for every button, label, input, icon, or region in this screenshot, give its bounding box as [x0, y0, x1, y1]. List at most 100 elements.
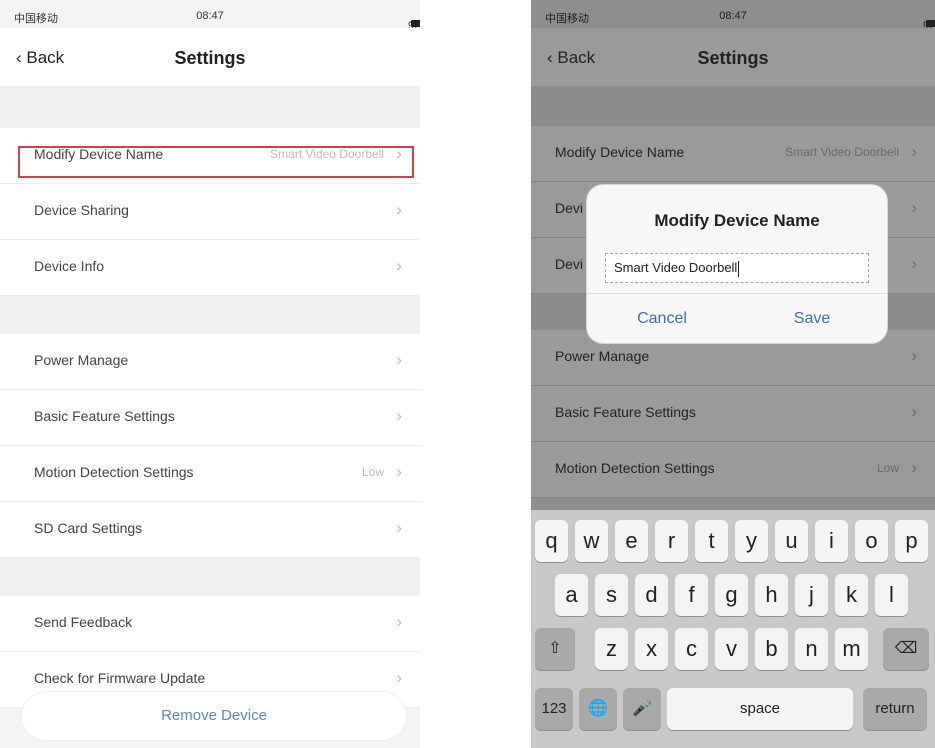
delete-key[interactable]: ⌫ — [883, 628, 929, 670]
settings-row-modify-device-name[interactable]: Modify Device Name Smart Video Doorbell … — [531, 126, 935, 182]
on-screen-keyboard: q w e r t y u i o p a s d f g h j k l ⇧ … — [531, 510, 935, 748]
remove-device-button[interactable]: Remove Device — [22, 692, 406, 740]
status-bar: 中国移动 08:47 92% — [531, 0, 935, 32]
chevron-right-icon: › — [396, 406, 402, 425]
nav-bar: ‹ Back Settings — [531, 28, 935, 86]
key-c[interactable]: c — [675, 628, 708, 670]
key-b[interactable]: b — [755, 628, 788, 670]
settings-row-basic-feature-settings[interactable]: Basic Feature Settings › — [0, 390, 420, 446]
save-button[interactable]: Save — [737, 310, 887, 328]
page-title: Settings — [174, 48, 246, 68]
key-z[interactable]: z — [595, 628, 628, 670]
key-a[interactable]: a — [555, 574, 588, 616]
right-phone-screen: 中国移动 08:47 92% ‹ Back Settings Modify De… — [531, 0, 935, 748]
key-g[interactable]: g — [715, 574, 748, 616]
row-label: SD Card Settings — [34, 520, 143, 536]
microphone-key[interactable]: 🎤 — [623, 688, 661, 730]
highlight-box — [18, 146, 414, 178]
clock: 08:47 — [719, 10, 747, 22]
settings-row-device-sharing[interactable]: Device Sharing › — [0, 184, 420, 240]
key-o[interactable]: o — [855, 520, 888, 562]
key-k[interactable]: k — [835, 574, 868, 616]
row-label: Send Feedback — [34, 614, 133, 630]
chevron-right-icon: › — [396, 612, 402, 631]
return-key[interactable]: return — [863, 688, 927, 730]
delete-icon: ⌫ — [894, 640, 918, 657]
settings-row-device-info[interactable]: Device Info › — [0, 240, 420, 296]
space-key[interactable]: space — [667, 688, 853, 730]
section-gap — [0, 558, 420, 596]
settings-row-basic-feature-settings[interactable]: Basic Feature Settings › — [531, 386, 935, 442]
key-n[interactable]: n — [795, 628, 828, 670]
row-value: Low — [361, 465, 384, 479]
settings-row-power-manage[interactable]: Power Manage › — [0, 334, 420, 390]
settings-row-send-feedback[interactable]: Send Feedback › — [0, 596, 420, 652]
chevron-right-icon: › — [396, 350, 402, 369]
row-label: Check for Firmware Update — [34, 670, 206, 686]
status-bar: 中国移动 08:47 92% — [0, 0, 420, 32]
chevron-right-icon: › — [396, 668, 402, 687]
row-label: Motion Detection Settings — [555, 460, 715, 476]
row-label: Basic Feature Settings — [34, 408, 175, 424]
numbers-key[interactable]: 123 — [535, 688, 573, 730]
chevron-right-icon: › — [911, 142, 917, 161]
row-value: Low — [876, 461, 899, 475]
row-label: Devi — [555, 256, 584, 272]
device-name-input[interactable]: Smart Video Doorbell — [605, 253, 869, 283]
settings-row-motion-detection[interactable]: Motion Detection Settings Low › — [0, 446, 420, 502]
row-value: Smart Video Doorbell — [785, 145, 899, 159]
shift-icon: ⇧ — [548, 640, 562, 657]
left-phone-screen: 中国移动 08:47 92% ‹ Back Settings Modify De… — [0, 0, 420, 748]
key-t[interactable]: t — [695, 520, 728, 562]
section-gap — [0, 86, 420, 128]
settings-row-sd-card[interactable]: SD Card Settings › — [0, 502, 420, 558]
nav-bar: ‹ Back Settings — [0, 28, 420, 86]
row-label: Modify Device Name — [555, 144, 685, 160]
chevron-right-icon: › — [911, 458, 917, 477]
key-h[interactable]: h — [755, 574, 788, 616]
key-y[interactable]: y — [735, 520, 768, 562]
key-d[interactable]: d — [635, 574, 668, 616]
page-title: Settings — [697, 48, 769, 68]
key-f[interactable]: f — [675, 574, 708, 616]
globe-key[interactable]: 🌐 — [579, 688, 617, 730]
row-label: Devi — [555, 200, 584, 216]
row-label: Motion Detection Settings — [34, 464, 194, 480]
key-e[interactable]: e — [615, 520, 648, 562]
row-label: Device Info — [34, 258, 105, 274]
key-j[interactable]: j — [795, 574, 828, 616]
cancel-button[interactable]: Cancel — [587, 310, 737, 328]
shift-key[interactable]: ⇧ — [535, 628, 575, 670]
key-x[interactable]: x — [635, 628, 668, 670]
chevron-right-icon: › — [396, 256, 402, 275]
key-u[interactable]: u — [775, 520, 808, 562]
battery-icon — [411, 20, 420, 27]
globe-icon: 🌐 — [588, 700, 608, 717]
key-p[interactable]: p — [895, 520, 928, 562]
row-label: Device Sharing — [34, 202, 129, 218]
device-name-value: Smart Video Doorbell — [614, 260, 738, 275]
row-label: Basic Feature Settings — [555, 404, 696, 420]
chevron-right-icon: › — [396, 200, 402, 219]
key-s[interactable]: s — [595, 574, 628, 616]
clock: 08:47 — [196, 10, 224, 22]
key-l[interactable]: l — [875, 574, 908, 616]
key-v[interactable]: v — [715, 628, 748, 670]
key-q[interactable]: q — [535, 520, 568, 562]
chevron-right-icon: › — [396, 462, 402, 481]
row-label: Power Manage — [34, 352, 129, 368]
settings-row-motion-detection[interactable]: Motion Detection Settings Low › — [531, 442, 935, 498]
key-w[interactable]: w — [575, 520, 608, 562]
key-r[interactable]: r — [655, 520, 688, 562]
key-i[interactable]: i — [815, 520, 848, 562]
row-label: Power Manage — [555, 348, 650, 364]
battery-icon — [926, 20, 935, 27]
modify-device-name-dialog: Modify Device Name Smart Video Doorbell … — [587, 185, 887, 343]
section-gap — [0, 296, 420, 334]
dialog-title: Modify Device Name — [654, 211, 820, 230]
key-m[interactable]: m — [835, 628, 868, 670]
chevron-right-icon: › — [911, 254, 917, 273]
chevron-right-icon: › — [911, 402, 917, 421]
chevron-right-icon: › — [396, 518, 402, 537]
chevron-right-icon: › — [911, 346, 917, 365]
